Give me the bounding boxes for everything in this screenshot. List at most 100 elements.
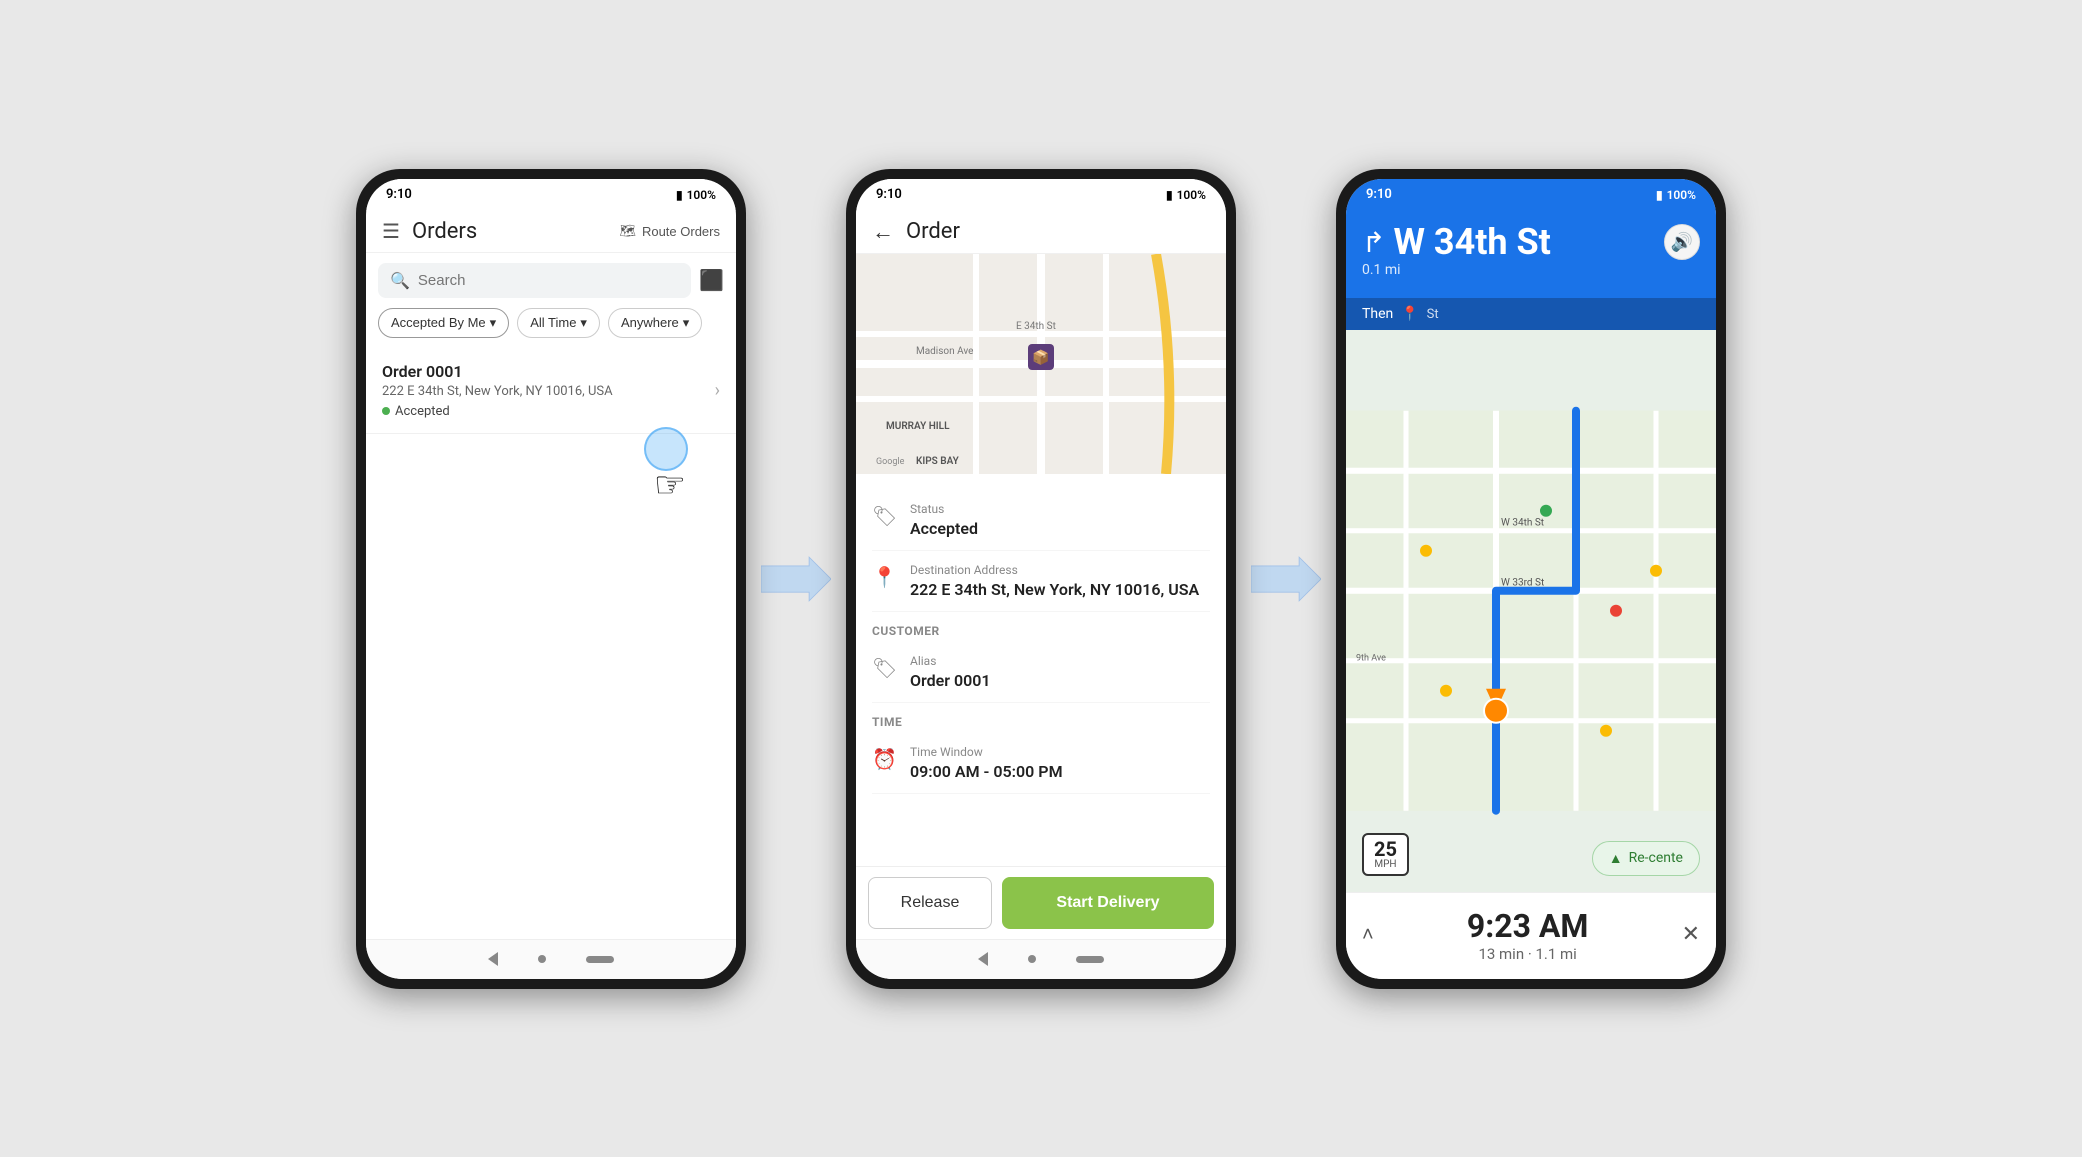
nav-street-name: W 34th St (1393, 223, 1550, 263)
status-row: 🏷 Status Accepted (872, 490, 1210, 551)
then-pin-icon: 📍 (1401, 306, 1418, 322)
order-detail-title: Order (906, 219, 960, 244)
close-nav-button[interactable]: ✕ (1682, 922, 1700, 947)
filter-anywhere[interactable]: Anywhere ▾ (608, 308, 702, 338)
destination-label: Destination Address (910, 563, 1199, 577)
time-icon: ⏰ (872, 747, 896, 771)
search-row: 🔍 ⬛ (366, 253, 736, 308)
order-info: Order 0001 222 E 34th St, New York, NY 1… (382, 362, 715, 419)
filter-loc-label: Anywhere (621, 315, 679, 330)
search-box[interactable]: 🔍 (378, 263, 691, 298)
alias-info: Alias Order 0001 (910, 654, 991, 690)
nav-map-svg: W 33rd St W 34th St 9th Ave (1346, 330, 1716, 891)
recenter-icon: ▲ (1609, 850, 1623, 867)
status-badge: Accepted (382, 404, 715, 419)
time-window-info: Time Window 09:00 AM - 05:00 PM (910, 745, 1063, 781)
arrow-2 (1246, 554, 1326, 604)
phone-1-screen: 9:10 ▮ 100% ☰ Orders 🗺 Route Orders 🔍 (366, 179, 736, 979)
status-bar-1: 9:10 ▮ 100% (366, 179, 736, 211)
nav-bottom-controls: ˄ 9:23 AM 13 min · 1.1 mi ✕ (1362, 903, 1700, 967)
back-button-1[interactable] (488, 952, 498, 966)
order-list-item[interactable]: Order 0001 222 E 34th St, New York, NY 1… (366, 348, 736, 434)
home-button-1[interactable] (538, 955, 546, 963)
back-button-2[interactable]: ← (872, 219, 894, 245)
nav-time-display: 9:23 AM 13 min · 1.1 mi (1374, 907, 1682, 963)
search-icon: 🔍 (390, 271, 410, 290)
nav-header-row: ↱ W 34th St 🔊 (1362, 223, 1700, 263)
status-dot-green (382, 407, 390, 415)
orders-title: Orders (412, 219, 608, 244)
time-window-value: 09:00 AM - 05:00 PM (910, 762, 1063, 781)
filters-row: Accepted By Me ▾ All Time ▾ Anywhere ▾ (366, 308, 736, 348)
order-detail-topbar: ← Order (856, 211, 1226, 254)
speed-display: 25 MPH (1362, 833, 1409, 876)
nav-chevron-up[interactable]: ˄ (1362, 922, 1374, 947)
bottom-nav-2 (856, 939, 1226, 979)
time-heading: TIME (872, 703, 1210, 733)
then-street-hint: St (1427, 307, 1439, 322)
arrow-1 (756, 554, 836, 604)
scene: 9:10 ▮ 100% ☰ Orders 🗺 Route Orders 🔍 (356, 169, 1726, 989)
filter-accepted-by-me[interactable]: Accepted By Me ▾ (378, 308, 509, 338)
status-label: Status (910, 502, 978, 516)
order-bottom-bar: Release Start Delivery (856, 866, 1226, 939)
status-info: Status Accepted (910, 502, 978, 538)
alias-value: Order 0001 (910, 671, 991, 690)
phone-3-screen: 9:10 ▮ 100% ↱ W 34th St 🔊 0.1 mi (1346, 179, 1716, 979)
order-address: 222 E 34th St, New York, NY 10016, USA (382, 384, 715, 399)
recents-button-1[interactable] (586, 956, 614, 963)
battery-pct-1: 100% (687, 188, 716, 202)
battery-pct-3: 100% (1667, 188, 1696, 202)
customer-heading: CUSTOMER (872, 612, 1210, 642)
route-orders-button[interactable]: 🗺 Route Orders (619, 223, 720, 239)
filter-all-time[interactable]: All Time ▾ (517, 308, 600, 338)
filter-time-arrow: ▾ (580, 315, 587, 331)
order-status-label: Accepted (395, 404, 450, 419)
time-window-row: ⏰ Time Window 09:00 AM - 05:00 PM (872, 733, 1210, 794)
battery-pct-2: 100% (1177, 188, 1206, 202)
alias-icon: 🏷 (872, 656, 896, 680)
recents-button-2[interactable] (1076, 956, 1104, 963)
release-button[interactable]: Release (868, 877, 992, 929)
phone-3: 9:10 ▮ 100% ↱ W 34th St 🔊 0.1 mi (1336, 169, 1726, 989)
map-image: Madison Ave E 34th St MURRAY HILL KIPS B… (856, 254, 1226, 474)
nav-then-bar: Then 📍 St (1346, 298, 1716, 330)
nav-bottom-bar: ˄ 9:23 AM 13 min · 1.1 mi ✕ (1346, 892, 1716, 979)
status-time-1: 9:10 (386, 187, 412, 202)
recenter-label: Re-cente (1629, 850, 1683, 866)
route-icon: 🗺 (619, 223, 636, 239)
nav-distance: 0.1 mi (1362, 262, 1700, 278)
filter-accepted-arrow: ▾ (490, 315, 497, 331)
finger-cursor-1: ☞ (654, 464, 686, 506)
scan-icon[interactable]: ⬛ (699, 268, 724, 292)
destination-row: 📍 Destination Address 222 E 34th St, New… (872, 551, 1210, 612)
bottom-nav-1 (366, 939, 736, 979)
svg-text:MURRAY HILL: MURRAY HILL (886, 421, 950, 432)
menu-icon[interactable]: ☰ (382, 219, 400, 243)
destination-icon: 📍 (872, 565, 896, 589)
svg-text:KIPS BAY: KIPS BAY (916, 456, 960, 467)
status-icons-3: ▮ 100% (1656, 188, 1696, 202)
back-button-2b[interactable] (978, 952, 988, 966)
order-map: Madison Ave E 34th St MURRAY HILL KIPS B… (856, 254, 1226, 474)
battery-icon-2: ▮ (1166, 188, 1173, 202)
status-time-3: 9:10 (1366, 187, 1392, 202)
start-delivery-button[interactable]: Start Delivery (1002, 877, 1214, 929)
search-input[interactable] (418, 272, 679, 289)
home-button-2[interactable] (1028, 955, 1036, 963)
svg-text:W 34th St: W 34th St (1501, 518, 1544, 529)
volume-button[interactable]: 🔊 (1664, 224, 1700, 260)
arrow-svg-1 (761, 554, 831, 604)
alias-row: 🏷 Alias Order 0001 (872, 642, 1210, 703)
status-icons-1: ▮ 100% (676, 188, 716, 202)
status-bar-2: 9:10 ▮ 100% (856, 179, 1226, 211)
battery-icon-1: ▮ (676, 188, 683, 202)
route-orders-label: Route Orders (642, 224, 720, 239)
nav-duration: 13 min · 1.1 mi (1374, 945, 1682, 963)
status-icons-2: ▮ 100% (1166, 188, 1206, 202)
battery-icon-3: ▮ (1656, 188, 1663, 202)
destination-value: 222 E 34th St, New York, NY 10016, USA (910, 580, 1199, 599)
recenter-button[interactable]: ▲ Re-cente (1592, 841, 1700, 876)
arrow-svg-2 (1251, 554, 1321, 604)
nav-street-info: W 34th St (1393, 223, 1550, 263)
